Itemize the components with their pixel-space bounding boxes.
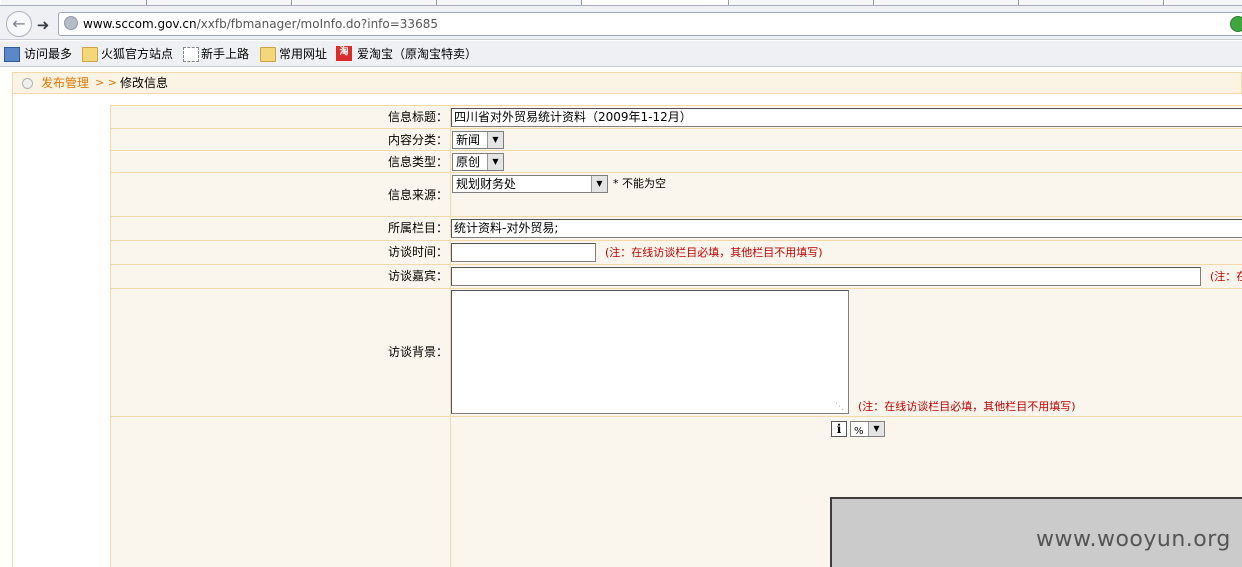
folder-icon — [82, 47, 98, 62]
url-path: /xxfb/fbmanager/moInfo.do?info=33685 — [196, 17, 438, 31]
chevron-down-icon[interactable]: ▼ — [487, 132, 503, 148]
interview-time-input[interactable] — [451, 243, 596, 262]
breadcrumb — [12, 72, 1242, 94]
url-domain: www.sccom.gov.cn — [83, 17, 197, 31]
tab-7[interactable] — [874, 0, 1019, 5]
title-input[interactable]: 四川省对外贸易统计资料（2009年1-12月） — [451, 108, 1242, 127]
row-divider — [110, 150, 1242, 151]
source-label: 信息来源： — [387, 188, 448, 202]
go-icon[interactable] — [1230, 16, 1242, 32]
most-visited-icon — [4, 47, 20, 62]
title-label: 信息标题： — [387, 110, 448, 124]
type-select[interactable]: 原创 ▼ — [452, 153, 504, 171]
taobao-icon: 淘 — [336, 46, 352, 61]
site-identity-icon[interactable] — [64, 16, 78, 30]
interview-guest-note: (注：在 — [1210, 270, 1242, 283]
left-divider — [12, 94, 13, 567]
type-label: 信息类型： — [387, 155, 448, 169]
tab-2[interactable] — [147, 0, 292, 5]
row-divider — [110, 264, 1242, 265]
column-label: 所属栏目： — [387, 221, 448, 235]
row-divider — [110, 416, 1242, 417]
tab-6[interactable] — [729, 0, 874, 5]
bookmark-most-visited[interactable]: 访问最多 — [24, 46, 72, 62]
category-select-value: 新闻 — [456, 133, 481, 147]
breadcrumb-separator: > > — [95, 76, 117, 89]
editor-zoom-value: % — [854, 426, 864, 437]
breadcrumb-link-publish-management[interactable]: 发布管理 — [41, 76, 89, 90]
resize-grip-icon[interactable]: ⋱ — [835, 401, 847, 413]
tab-8[interactable] — [1019, 0, 1164, 5]
row-divider — [110, 172, 1242, 173]
row-divider — [110, 128, 1242, 129]
watermark-text: www.wooyun.org — [1036, 527, 1231, 552]
bookmark-taobao[interactable]: 爱淘宝（原淘宝特卖） — [357, 46, 477, 62]
type-select-value: 原创 — [456, 155, 481, 169]
chevron-down-icon[interactable]: ▼ — [487, 154, 503, 170]
interview-background-note: (注：在线访谈栏目必填，其他栏目不用填写) — [858, 400, 1076, 413]
row-divider — [110, 240, 1242, 241]
category-select[interactable]: 新闻 ▼ — [452, 131, 504, 149]
source-required-note: * 不能为空 — [613, 177, 666, 190]
page-icon — [183, 47, 199, 62]
tab-active[interactable] — [582, 0, 729, 5]
url-text[interactable]: www.sccom.gov.cn/xxfb/fbmanager/moInfo.d… — [83, 16, 438, 32]
bookmark-getting-started[interactable]: 新手上路 — [201, 46, 249, 62]
category-label: 内容分类： — [387, 133, 448, 147]
tab-1[interactable] — [0, 0, 147, 5]
source-select[interactable]: 规划财务处 ▼ — [452, 175, 608, 193]
interview-guest-label: 访谈嘉宾： — [387, 269, 448, 283]
source-select-value: 规划财务处 — [456, 177, 517, 191]
folder-icon — [260, 47, 276, 62]
chevron-down-icon[interactable]: ▼ — [591, 176, 607, 192]
interview-background-label: 访谈背景： — [387, 345, 448, 359]
interview-guest-input[interactable] — [451, 267, 1201, 286]
tab-9[interactable] — [1164, 0, 1242, 5]
breadcrumb-bullet-icon — [22, 78, 33, 89]
row-divider — [110, 216, 1242, 217]
chevron-down-icon[interactable]: ▼ — [868, 422, 884, 436]
interview-time-label: 访谈时间： — [387, 245, 448, 259]
row-divider — [110, 288, 1242, 289]
editor-zoom-select[interactable]: % ▼ — [850, 421, 885, 437]
tab-3[interactable] — [292, 0, 437, 5]
interview-time-note: (注：在线访谈栏目必填，其他栏目不用填写) — [605, 246, 823, 259]
column-input[interactable]: 统计资料-对外贸易; — [451, 219, 1242, 238]
info-icon[interactable]: i — [831, 421, 847, 437]
interview-background-textarea[interactable] — [451, 290, 849, 414]
breadcrumb-current: 修改信息 — [120, 76, 169, 90]
back-button[interactable]: ← — [6, 11, 32, 37]
tab-4[interactable] — [437, 0, 582, 5]
bookmark-common-sites[interactable]: 常用网址 — [279, 46, 327, 62]
bookmark-firefox-site[interactable]: 火狐官方站点 — [101, 46, 173, 62]
forward-button[interactable]: ➜ — [33, 15, 53, 35]
